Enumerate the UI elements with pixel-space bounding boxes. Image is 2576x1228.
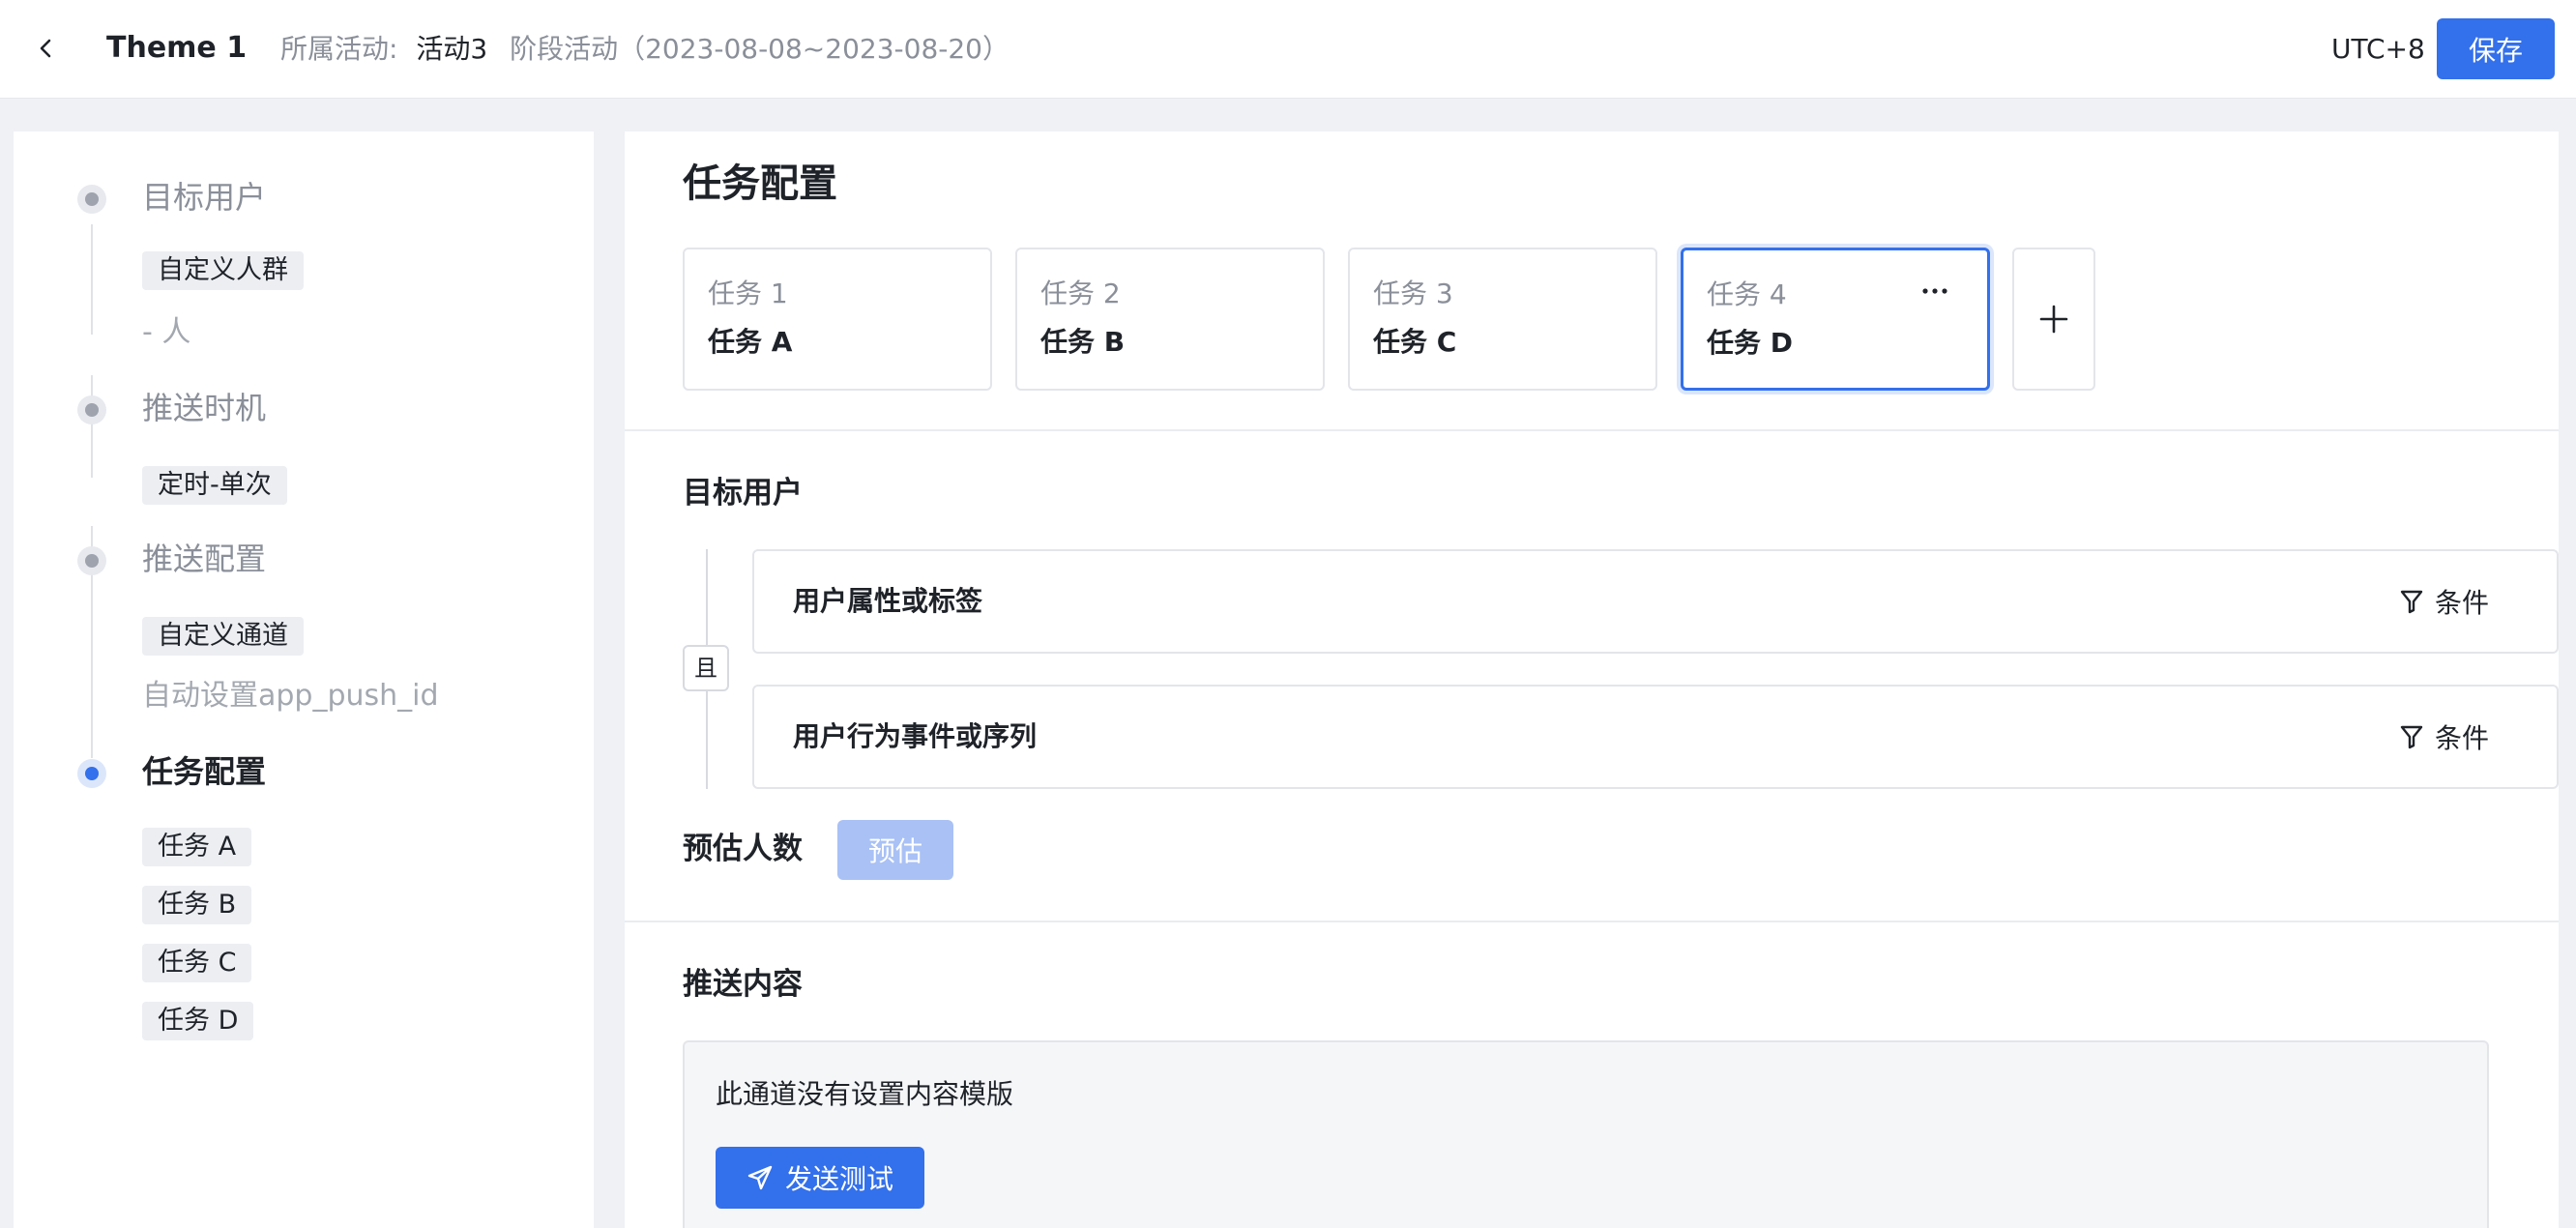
condition-row: 用户属性或标签 条件 xyxy=(752,549,2559,654)
condition-button-label: 条件 xyxy=(2434,587,2489,619)
chevron-left-icon xyxy=(40,39,51,58)
task-name: 任务 B xyxy=(1040,326,1126,358)
task-name: 任务 D xyxy=(1707,327,1793,359)
step-title-task-config[interactable]: 任务配置 xyxy=(142,752,266,791)
page-title: Theme 1 xyxy=(106,31,248,65)
task-name: 任务 C xyxy=(1373,326,1457,358)
step-dot xyxy=(77,185,106,214)
more-menu-button[interactable] xyxy=(1916,276,1954,307)
add-condition-button[interactable]: 条件 xyxy=(2400,580,2489,623)
task-name: 任务 A xyxy=(708,326,793,358)
step-tag: 任务 C xyxy=(142,944,252,982)
step-sidebar: 目标用户 自定义人群 - 人 推送时机 定时-单次 推送配置 自定义通道 自动设… xyxy=(14,132,594,1228)
section-divider xyxy=(625,429,2559,431)
estimate-button[interactable]: 预估 xyxy=(837,820,953,880)
ellipsis-icon xyxy=(1922,288,1947,294)
filter-icon xyxy=(2400,725,2423,749)
section-divider xyxy=(625,921,2559,922)
stage-text: 阶段活动（2023-08-08~2023-08-20） xyxy=(510,33,1010,65)
send-test-button[interactable]: 发送测试 xyxy=(716,1147,924,1209)
main-panel: 任务配置 任务 1 任务 A 任务 2 任务 B 任务 3 任务 C 任务 4 … xyxy=(625,132,2559,1228)
step-connector xyxy=(91,224,93,335)
timezone-label: UTC+8 xyxy=(2331,33,2425,65)
step-dot-active xyxy=(77,759,106,788)
estimate-label: 预估人数 xyxy=(683,832,803,866)
step-tag: 任务 D xyxy=(142,1002,254,1040)
step-tag: 自定义人群 xyxy=(142,251,304,290)
activity-label: 所属活动: xyxy=(280,33,398,65)
top-header: Theme 1 所属活动: 活动3 阶段活动（2023-08-08~2023-0… xyxy=(0,0,2576,99)
save-button[interactable]: 保存 xyxy=(2437,18,2555,79)
step-title-target-users[interactable]: 目标用户 xyxy=(142,178,266,217)
target-users-title: 目标用户 xyxy=(683,476,803,511)
send-test-label: 发送测试 xyxy=(784,1163,893,1195)
step-tag: 自定义通道 xyxy=(142,617,304,656)
task-number: 任务 1 xyxy=(708,278,788,309)
add-condition-button[interactable]: 条件 xyxy=(2400,716,2489,758)
condition-button-label: 条件 xyxy=(2434,722,2489,754)
step-tag: 任务 A xyxy=(142,828,252,866)
step-dot xyxy=(77,395,106,424)
step-sub-text: - 人 xyxy=(142,315,191,349)
task-number: 任务 3 xyxy=(1373,278,1453,309)
task-number: 任务 2 xyxy=(1040,278,1121,309)
activity-info: 所属活动: 活动3 阶段活动（2023-08-08~2023-08-20） xyxy=(280,30,1010,69)
plus-icon xyxy=(2039,305,2068,334)
task-card-selected[interactable]: 任务 4 任务 D xyxy=(1681,248,1990,391)
and-relation-toggle[interactable]: 且 xyxy=(683,645,729,691)
step-title-push-timing[interactable]: 推送时机 xyxy=(142,389,266,427)
step-dot xyxy=(77,546,106,575)
push-content-title: 推送内容 xyxy=(683,967,803,1002)
task-number: 任务 4 xyxy=(1707,278,1787,310)
no-template-message: 此通道没有设置内容模版 xyxy=(716,1078,1014,1110)
step-tag: 任务 B xyxy=(142,886,252,924)
condition-label: 用户行为事件或序列 xyxy=(793,720,1038,752)
send-icon xyxy=(747,1165,773,1190)
task-card[interactable]: 任务 3 任务 C xyxy=(1348,248,1657,391)
filter-icon xyxy=(2400,590,2423,614)
step-sub-text: 自动设置app_push_id xyxy=(142,679,439,713)
condition-row: 用户行为事件或序列 条件 xyxy=(752,685,2559,789)
step-connector xyxy=(91,375,93,478)
task-card[interactable]: 任务 1 任务 A xyxy=(683,248,992,391)
back-button[interactable] xyxy=(27,29,66,68)
add-task-button[interactable] xyxy=(2012,248,2095,391)
step-tag: 定时-单次 xyxy=(142,466,287,505)
activity-value: 活动3 xyxy=(416,33,488,65)
step-title-push-config[interactable]: 推送配置 xyxy=(142,540,266,578)
push-content-box: 此通道没有设置内容模版 发送测试 xyxy=(683,1040,2489,1228)
condition-label: 用户属性或标签 xyxy=(793,585,983,617)
section-title: 任务配置 xyxy=(683,161,837,206)
task-card[interactable]: 任务 2 任务 B xyxy=(1015,248,1325,391)
